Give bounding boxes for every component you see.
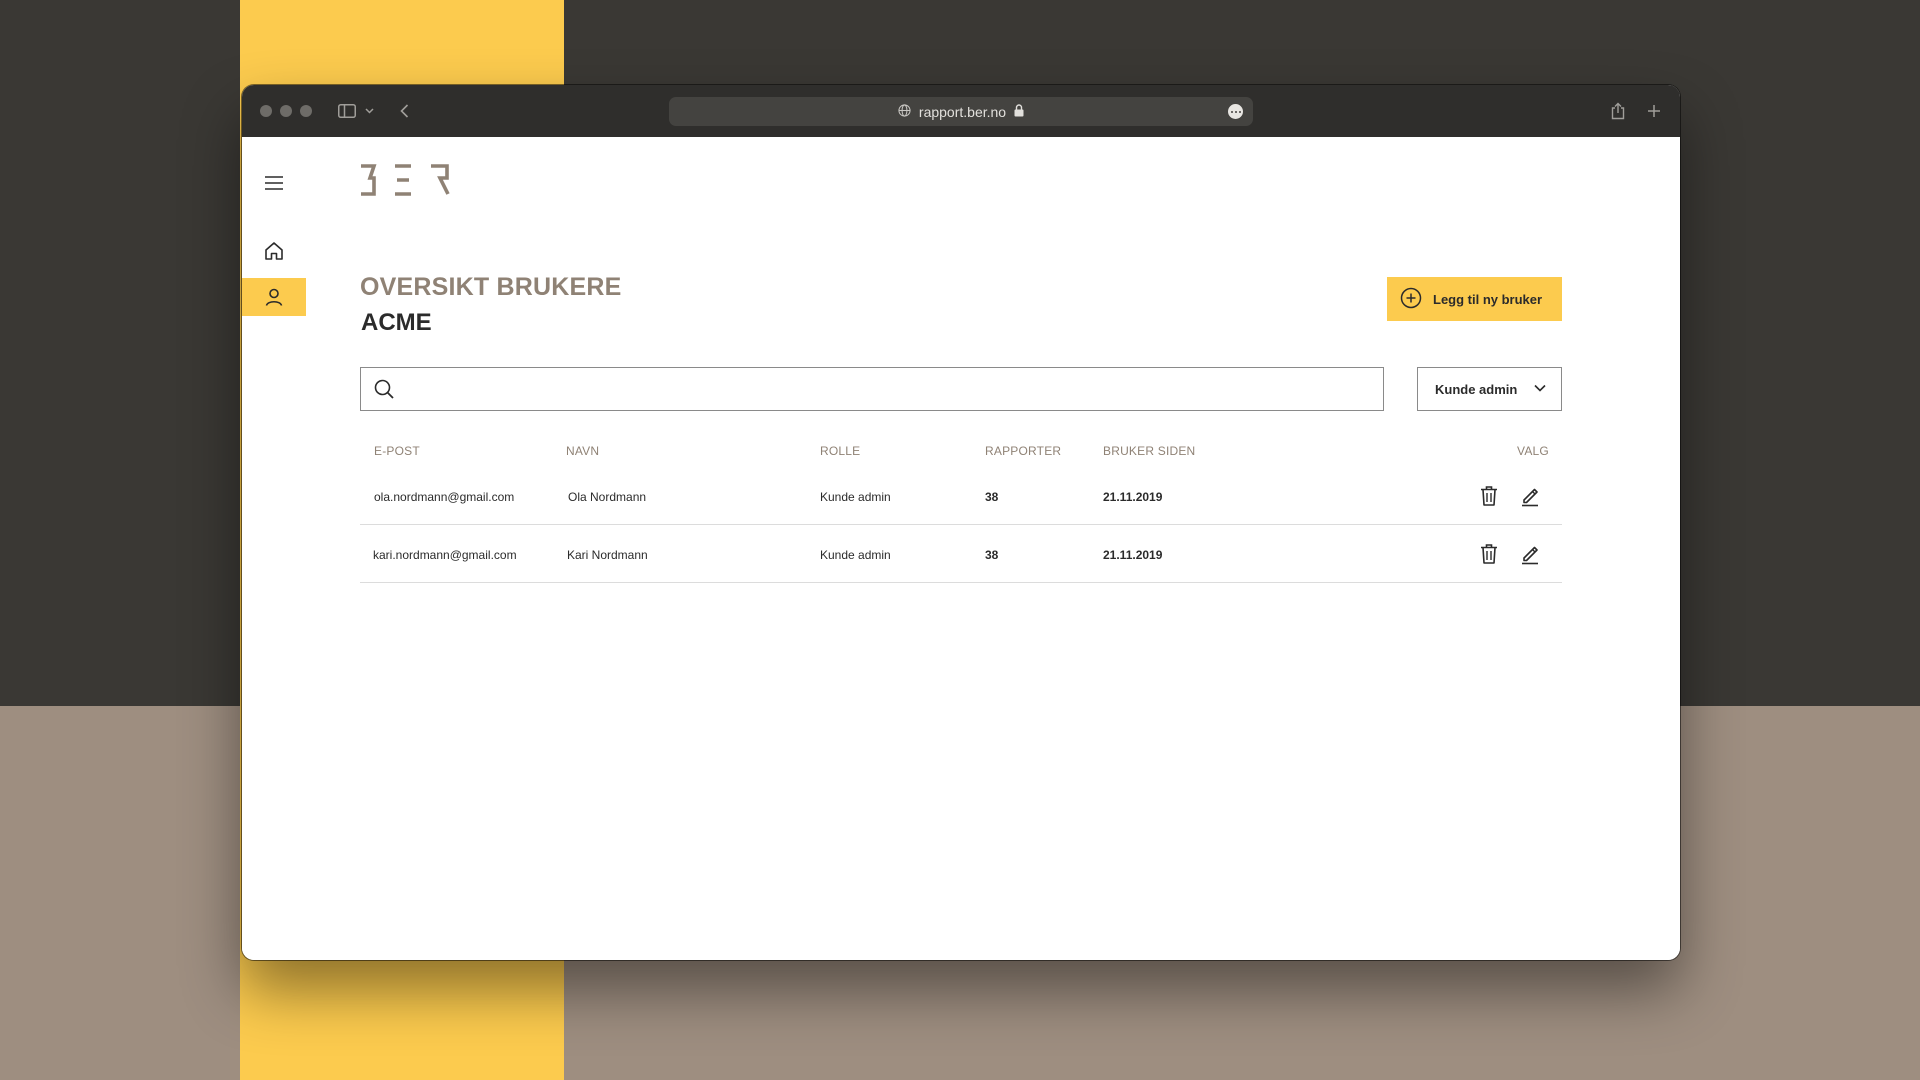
window-zoom-button[interactable] xyxy=(300,105,312,117)
page-title: OVERSIKT BRUKERE xyxy=(360,273,622,301)
column-header-name[interactable]: NAVN xyxy=(566,444,599,458)
url-text: rapport.ber.no xyxy=(918,103,1007,120)
chevron-down-icon xyxy=(1533,381,1547,398)
window-minimize-button[interactable] xyxy=(280,105,292,117)
role-filter-select[interactable]: Kunde admin xyxy=(1417,367,1562,411)
trash-icon[interactable] xyxy=(1476,541,1502,567)
globe-icon xyxy=(898,103,911,120)
column-header-role[interactable]: ROLLE xyxy=(820,444,860,458)
menu-icon[interactable] xyxy=(262,171,286,195)
page-content: OVERSIKT BRUKERE ACME Legg til ny bruker… xyxy=(242,137,1680,960)
row-reports: 38 xyxy=(985,490,999,504)
column-header-reports[interactable]: RAPPORTER xyxy=(985,444,1061,458)
new-tab-icon[interactable] xyxy=(1644,98,1664,124)
search-box xyxy=(360,367,1384,411)
add-user-button[interactable]: Legg til ny bruker xyxy=(1387,277,1562,321)
home-icon[interactable] xyxy=(242,232,306,270)
browser-window: rapport.ber.no OVERSIKT BRUKERE ACME Leg… xyxy=(242,85,1680,960)
share-icon[interactable] xyxy=(1608,98,1628,124)
back-icon[interactable] xyxy=(397,98,411,124)
plus-circle-icon xyxy=(1400,287,1422,312)
table-row: ola.nordmann@gmail.com Ola Nordmann Kund… xyxy=(360,467,1562,525)
address-bar[interactable]: rapport.ber.no xyxy=(669,97,1253,126)
ber-logo xyxy=(359,163,453,202)
edit-icon[interactable] xyxy=(1517,483,1543,509)
search-input[interactable] xyxy=(405,374,1365,404)
user-icon[interactable] xyxy=(242,278,306,316)
column-header-actions: VALG xyxy=(1517,444,1549,458)
more-icon[interactable] xyxy=(1228,104,1243,119)
lock-icon xyxy=(1014,103,1024,120)
row-user-since: 21.11.2019 xyxy=(1103,490,1163,504)
row-reports: 38 xyxy=(985,548,999,562)
table-row: kari.nordmann@gmail.com Kari Nordmann Ku… xyxy=(360,525,1562,583)
row-email: kari.nordmann@gmail.com xyxy=(373,548,517,562)
row-role: Kunde admin xyxy=(820,490,891,504)
search-icon xyxy=(373,378,395,405)
row-user-since: 21.11.2019 xyxy=(1103,548,1163,562)
browser-titlebar: rapport.ber.no xyxy=(242,85,1680,137)
trash-icon[interactable] xyxy=(1476,483,1502,509)
column-header-user-since[interactable]: BRUKER SIDEN xyxy=(1103,444,1195,458)
row-role: Kunde admin xyxy=(820,548,891,562)
edit-icon[interactable] xyxy=(1517,541,1543,567)
company-name: ACME xyxy=(361,309,432,336)
sidebar-toggle-icon[interactable] xyxy=(336,98,358,124)
row-name: Ola Nordmann xyxy=(568,490,647,504)
window-close-button[interactable] xyxy=(260,105,272,117)
add-user-label: Legg til ny bruker xyxy=(1433,291,1543,307)
role-filter-value: Kunde admin xyxy=(1435,381,1518,397)
row-email: ola.nordmann@gmail.com xyxy=(374,490,515,504)
chevron-down-icon[interactable] xyxy=(363,98,375,124)
column-header-email[interactable]: E-POST xyxy=(374,444,420,458)
row-name: Kari Nordmann xyxy=(567,548,648,562)
